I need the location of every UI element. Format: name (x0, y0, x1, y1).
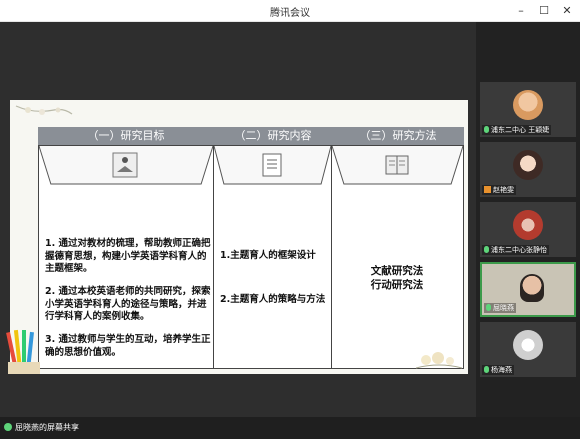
user-icon (484, 186, 491, 193)
participant-video-tile[interactable]: 屈晓燕 (480, 262, 576, 317)
book-icon (385, 155, 409, 175)
flower-decoration-icon (416, 352, 462, 369)
participant-name: 赵艳雯 (482, 185, 516, 195)
shared-slide: （一）研究目标 （二）研究内容 （三）研究方法 1. 通过对教材的梳理，帮助教师… (6, 100, 468, 374)
methods-header: （三）研究方法 (332, 127, 464, 145)
reading-person-icon (112, 152, 138, 178)
screen-share-indicator[interactable]: 屈晓燕的屏幕共享 (4, 422, 79, 433)
participant-name: 杨海燕 (482, 365, 514, 375)
goal-item: 1. 通过对教材的梳理，帮助教师正确把握德育思想，构建小学英语学科育人的主题框架… (45, 238, 211, 274)
goals-column: 1. 通过对教材的梳理，帮助教师正确把握德育思想，构建小学英语学科育人的主题框架… (38, 145, 214, 369)
contents-header: （二）研究内容 (214, 127, 332, 145)
goal-item: 3. 通过教师与学生的互动，培养学生正确的思想价值观。 (45, 334, 211, 358)
close-icon[interactable]: ✕ (558, 2, 576, 20)
participant-name: 屈晓燕 (484, 303, 516, 313)
shared-screen-area: （一）研究目标 （二）研究内容 （三）研究方法 1. 通过对教材的梳理，帮助教师… (0, 22, 476, 417)
mic-icon (484, 246, 489, 253)
participant-tile[interactable]: 浦东二中心 王颖婕 (480, 82, 576, 137)
method-item: 行动研究法 (370, 279, 424, 291)
participant-panel: 浦东二中心 王颖婕 赵艳雯 浦东二中心张静怡 屈晓燕 杨海燕 (476, 22, 580, 417)
mic-icon (484, 126, 489, 133)
participant-tile[interactable]: 杨海燕 (480, 322, 576, 377)
content-item: 1.主题育人的框架设计 (220, 250, 316, 261)
goals-header: （一）研究目标 (38, 127, 214, 145)
participant-tile[interactable]: 浦东二中心张静怡 (480, 202, 576, 257)
participant-name: 浦东二中心 王颖婕 (482, 125, 552, 135)
participant-name: 浦东二中心张静怡 (482, 245, 549, 255)
window-title: 腾讯会议 (270, 8, 310, 19)
mic-icon (486, 304, 491, 311)
mic-icon (484, 366, 489, 373)
participant-tile[interactable]: 赵艳雯 (480, 142, 576, 197)
maximize-icon[interactable]: ☐ (535, 2, 553, 20)
method-list: 文献研究法 行动研究法 (332, 264, 462, 292)
methods-column: 文献研究法 行动研究法 (332, 145, 464, 369)
document-icon (262, 153, 282, 177)
avatar (513, 210, 543, 240)
bottom-bar: 屈晓燕的屏幕共享 (0, 417, 580, 439)
goal-item: 2. 通过本校英语老师的共同研究，探索小学英语学科育人的途径与策略，并进行学科育… (45, 286, 211, 322)
minimize-icon[interactable]: – (512, 2, 530, 20)
pencils-decoration-icon (6, 329, 40, 374)
participant-video (520, 274, 544, 302)
title-bar: 腾讯会议 – ☐ ✕ (0, 0, 580, 22)
content-item: 2.主题育人的策略与方法 (220, 294, 326, 305)
screen-share-icon (4, 423, 12, 431)
contents-column: 1.主题育人的框架设计 2.主题育人的策略与方法 (214, 145, 332, 369)
avatar (513, 90, 543, 120)
avatar (513, 330, 543, 360)
avatar (513, 150, 543, 180)
method-item: 文献研究法 (370, 265, 424, 277)
